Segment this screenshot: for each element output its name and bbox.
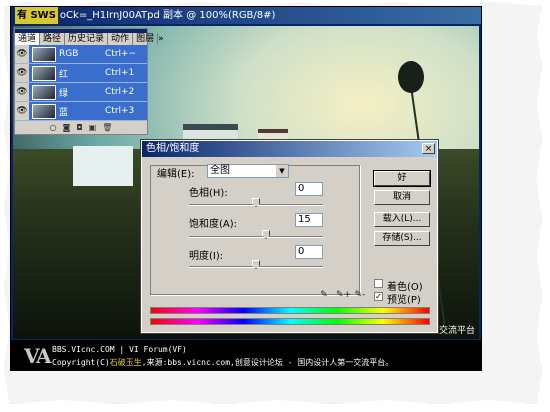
channel-name: 红 xyxy=(59,69,69,80)
seedhead-silhouette xyxy=(398,61,424,93)
preview-label: 预览(P) xyxy=(387,295,421,306)
eye-icon[interactable]: 👁 xyxy=(15,64,29,82)
panel-tabs: 通道 路径 历史记录 动作 图层 » xyxy=(15,33,164,45)
banner-source: ,来源:bbs.vicnc.com,创意设计论坛 - 国内设计人第一交流平台。 xyxy=(141,358,394,367)
tab-layers[interactable]: 图层 xyxy=(133,33,159,45)
chevron-down-icon: ▼ xyxy=(276,165,288,177)
delete-channel-icon[interactable]: 🗑 xyxy=(102,123,112,132)
channel-name: 绿 xyxy=(59,88,69,99)
lightness-input[interactable]: 0 xyxy=(295,245,323,259)
hue-label: 色相(H): xyxy=(189,188,228,199)
eye-icon[interactable]: 👁 xyxy=(15,83,29,101)
eye-icon[interactable]: 👁 xyxy=(15,102,29,120)
hue-saturation-dialog: 色相/饱和度 × 编辑(E): 全图 ▼ 色相(H): 0 饱和度(A): 15… xyxy=(140,139,439,334)
channel-thumbnail xyxy=(32,103,56,119)
channel-row-red[interactable]: 👁 红 Ctrl+1 xyxy=(15,64,147,83)
channel-thumbnail xyxy=(32,84,56,100)
save-selection-icon[interactable]: ◙ xyxy=(63,123,71,132)
eyedropper-icon[interactable]: ✎ xyxy=(318,289,330,301)
saturation-input[interactable]: 15 xyxy=(295,213,323,227)
channel-shortcut: Ctrl+~ xyxy=(105,49,137,59)
new-channel-icon[interactable]: ◘ xyxy=(76,123,82,132)
load-button[interactable]: 载入(L)... xyxy=(374,212,430,227)
channel-shortcut: Ctrl+3 xyxy=(105,106,135,116)
saturation-label: 饱和度(A): xyxy=(189,219,238,230)
tab-channels[interactable]: 通道 xyxy=(15,33,41,45)
channel-thumbnail xyxy=(32,46,56,62)
eye-icon[interactable]: 👁 xyxy=(15,45,29,63)
document-title: oCk=_H1IrnJ00ATpd 副本 @ 100%(RGB/8#) xyxy=(59,10,276,21)
cancel-button[interactable]: 取消 xyxy=(374,190,430,205)
duplicate-channel-icon[interactable]: ▣ xyxy=(89,123,97,132)
forum-logo: VA xyxy=(24,344,52,368)
eyedropper-add-icon[interactable]: ✎+ xyxy=(336,289,351,301)
dialog-title: 色相/饱和度 xyxy=(146,143,200,154)
edit-label: 编辑(E): xyxy=(157,169,195,180)
hue-input[interactable]: 0 xyxy=(295,182,323,196)
channel-shortcut: Ctrl+1 xyxy=(105,68,135,78)
eyedropper-subtract-icon[interactable]: ✎- xyxy=(354,289,366,301)
tab-actions[interactable]: 动作 xyxy=(108,33,134,45)
banner-copyright: Copyright(C) xyxy=(52,358,110,367)
panel-footer: ○ ◙ ◘ ▣ 🗑 xyxy=(15,121,147,134)
output-spectrum-bar xyxy=(150,318,430,325)
panel-menu-arrow-icon[interactable]: » xyxy=(158,33,166,45)
banner-author: 石破玉生 xyxy=(109,358,142,367)
house-shape-left xyxy=(73,146,133,186)
saturation-slider-track[interactable] xyxy=(189,236,323,238)
app-badge: 有 SWS xyxy=(15,7,58,24)
channel-row-rgb[interactable]: 👁 RGB Ctrl+~ xyxy=(15,45,147,64)
channel-row-green[interactable]: 👁 绿 Ctrl+2 xyxy=(15,83,147,102)
input-spectrum-bar xyxy=(150,307,430,314)
tab-paths[interactable]: 路径 xyxy=(40,33,66,45)
edit-select-value: 全图 xyxy=(210,165,230,176)
save-button[interactable]: 存储(S)... xyxy=(374,231,430,246)
lightness-label: 明度(I): xyxy=(189,251,224,262)
channel-row-blue[interactable]: 👁 蓝 Ctrl+3 xyxy=(15,102,147,121)
forum-banner: VA BBS.VIcnc.COM | VI Forum(VF) Copyrigh… xyxy=(10,341,482,371)
document-titlebar[interactable]: 有 SWS oCk=_H1IrnJ00ATpd 副本 @ 100%(RGB/8#) xyxy=(11,7,481,24)
load-selection-icon[interactable]: ○ xyxy=(50,123,57,132)
colorize-checkbox[interactable] xyxy=(374,279,383,288)
channel-list: 👁 RGB Ctrl+~ 👁 红 Ctrl+1 👁 绿 Ctrl+2 👁 蓝 C… xyxy=(15,45,147,121)
channel-thumbnail xyxy=(32,65,56,81)
dialog-titlebar[interactable]: 色相/饱和度 × xyxy=(142,141,437,157)
channel-name: RGB xyxy=(59,49,79,59)
channel-shortcut: Ctrl+2 xyxy=(105,87,135,97)
adjustment-group: 编辑(E): 全图 ▼ 色相(H): 0 饱和度(A): 15 明度(I): 0 xyxy=(150,164,360,295)
close-icon[interactable]: × xyxy=(422,143,435,154)
channels-panel: 通道 路径 历史记录 动作 图层 » 👁 RGB Ctrl+~ 👁 红 Ctrl… xyxy=(14,28,164,135)
ok-button[interactable]: 好 xyxy=(373,170,431,187)
edit-select[interactable]: 全图 ▼ xyxy=(207,164,289,178)
preview-checkbox[interactable]: ✓ xyxy=(374,292,383,301)
banner-line2: Copyright(C)石破玉生,来源:bbs.vicnc.com,创意设计论坛… xyxy=(52,357,393,368)
banner-line1: BBS.VIcnc.COM | VI Forum(VF) xyxy=(52,345,187,354)
channel-name: 蓝 xyxy=(59,107,69,118)
tab-history[interactable]: 历史记录 xyxy=(65,33,109,45)
